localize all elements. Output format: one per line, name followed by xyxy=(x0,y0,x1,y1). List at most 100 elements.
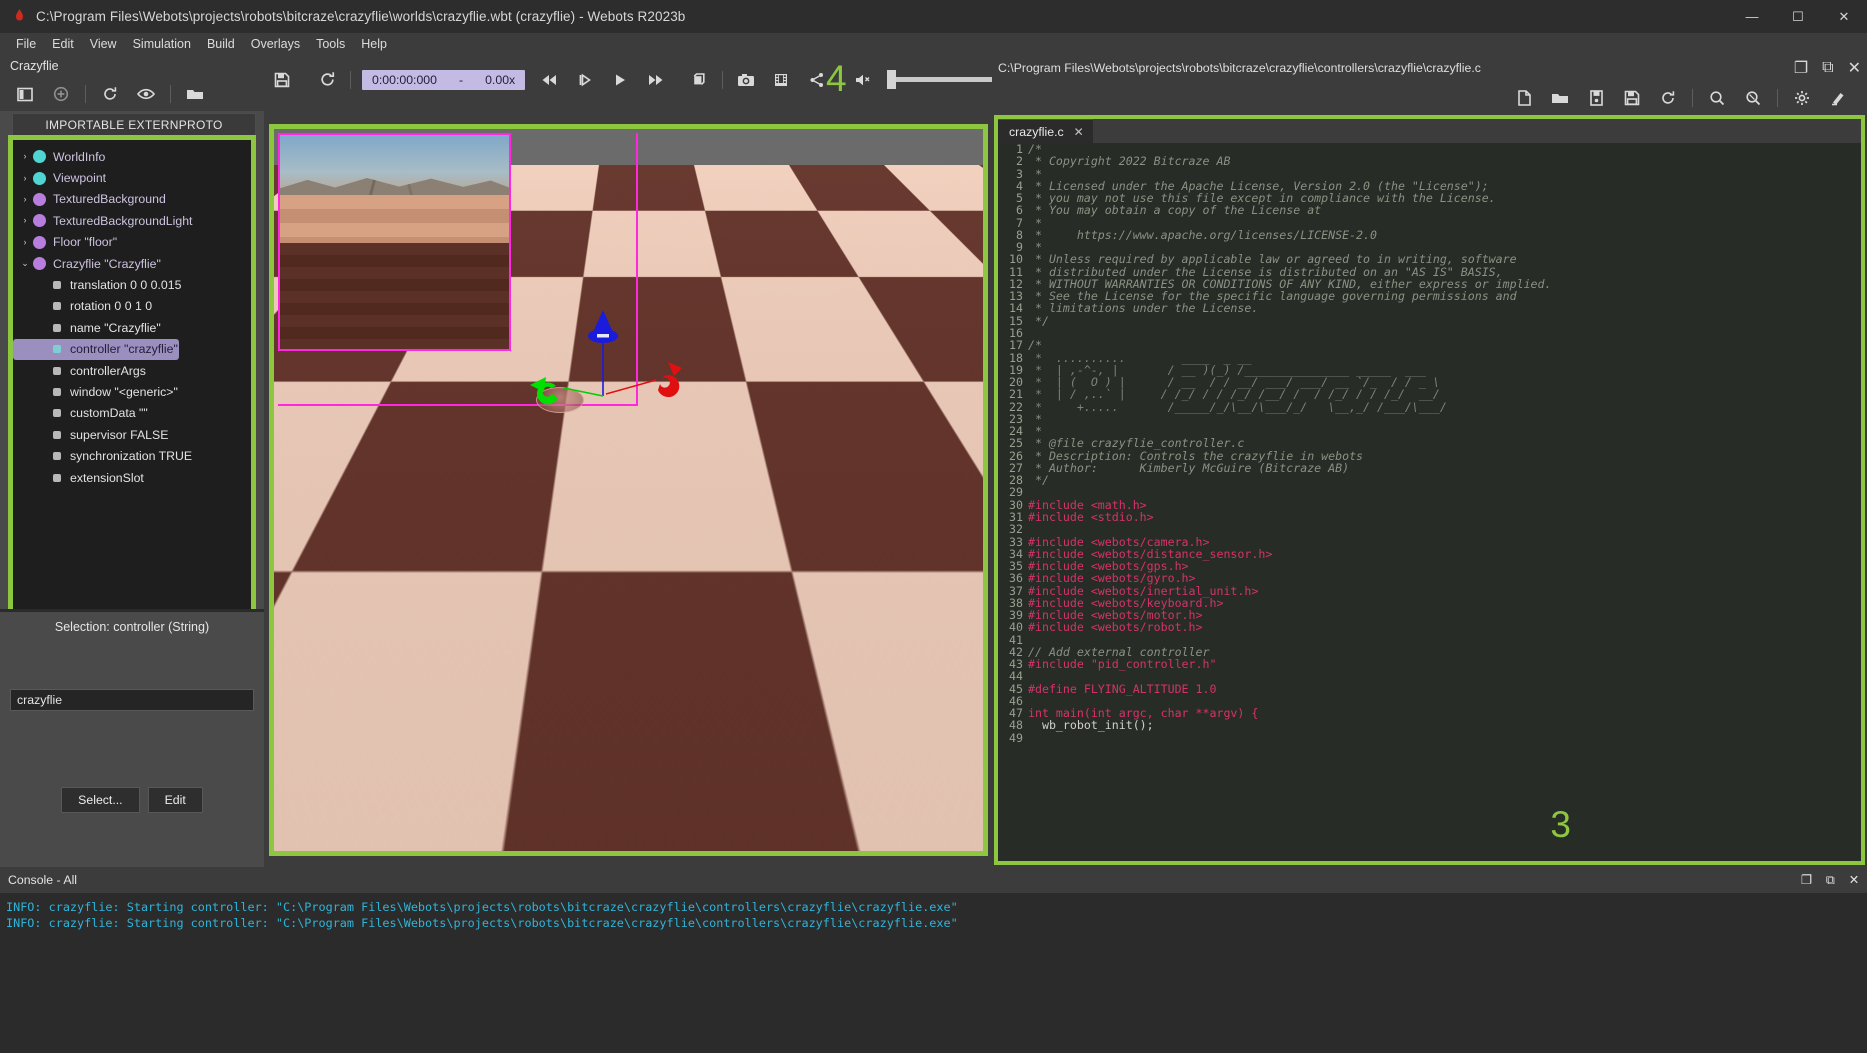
tree-item[interactable]: ›Floor "floor" xyxy=(13,232,251,253)
close-button[interactable]: ✕ xyxy=(1821,0,1867,33)
tree-node-icon xyxy=(53,324,61,332)
simulation-time-display[interactable]: 0:00:00:000 - 0.00x xyxy=(362,70,525,90)
menu-edit[interactable]: Edit xyxy=(44,34,82,54)
menu-view[interactable]: View xyxy=(82,34,125,54)
eraser-icon[interactable] xyxy=(1821,83,1855,113)
maximize-button[interactable]: ☐ xyxy=(1775,0,1821,33)
tree-expand-arrow[interactable]: › xyxy=(17,195,33,204)
code-editor-area[interactable]: 1/*2 * Copyright 2022 Bitcraze AB3 *4 * … xyxy=(998,143,1861,861)
tree-expand-arrow[interactable]: › xyxy=(17,152,33,161)
tree-item[interactable]: translation 0 0 0.015 xyxy=(13,274,251,295)
code-line: 48 wb_robot_init(); xyxy=(998,719,1861,731)
menu-tools[interactable]: Tools xyxy=(308,34,353,54)
fast-forward-button[interactable] xyxy=(638,62,674,98)
importable-externproto-button[interactable]: IMPORTABLE EXTERNPROTO xyxy=(12,113,256,137)
line-number: 44 xyxy=(998,670,1028,682)
rewind-button[interactable] xyxy=(531,62,567,98)
console-float-button[interactable]: ⧉ xyxy=(1826,873,1835,888)
movie-record-button[interactable] xyxy=(763,62,799,98)
code-line-text: #include <webots/inertial_unit.h> xyxy=(1028,585,1258,597)
render-toggle-button[interactable] xyxy=(681,62,717,98)
editor-float-button[interactable]: ⧉ xyxy=(1822,59,1833,77)
tree-item[interactable]: ›TexturedBackground xyxy=(13,189,251,210)
tree-item[interactable]: ›Viewpoint xyxy=(13,167,251,188)
edit-button[interactable]: Edit xyxy=(148,787,203,813)
menu-file[interactable]: File xyxy=(8,34,44,54)
code-line: 25 * @file crazyflie_controller.c xyxy=(998,437,1861,449)
close-icon[interactable]: ✕ xyxy=(1074,125,1084,139)
find-icon[interactable] xyxy=(1700,83,1734,113)
tree-item[interactable]: controller "crazyflie" xyxy=(13,339,179,360)
settings-gear-icon[interactable] xyxy=(1785,83,1819,113)
tree-item[interactable]: synchronization TRUE xyxy=(13,445,251,466)
code-line-text: /* xyxy=(1028,339,1042,351)
tree-item[interactable]: ⌄Crazyflie "Crazyflie" xyxy=(13,253,251,274)
scene-tree[interactable]: ›WorldInfo›Viewpoint›TexturedBackground›… xyxy=(13,140,251,647)
code-line: 45#define FLYING_ALTITUDE 1.0 xyxy=(998,683,1861,695)
controller-value-input[interactable] xyxy=(10,689,254,711)
translation-gizmo[interactable] xyxy=(512,292,692,432)
tree-item[interactable]: window "<generic>" xyxy=(13,381,251,402)
tree-item[interactable]: rotation 0 0 1 0 xyxy=(13,296,251,317)
camera-overlay-image[interactable] xyxy=(278,133,511,351)
line-number: 14 xyxy=(998,302,1028,314)
open-file-icon[interactable] xyxy=(1543,83,1577,113)
tree-expand-arrow[interactable]: › xyxy=(17,216,33,225)
menu-build[interactable]: Build xyxy=(199,34,243,54)
speed-slider-track[interactable] xyxy=(887,77,992,82)
tree-item[interactable]: ›WorldInfo xyxy=(13,146,251,167)
code-line: 37#include <webots/inertial_unit.h> xyxy=(998,585,1861,597)
code-line-text: */ xyxy=(1028,474,1049,486)
menu-help[interactable]: Help xyxy=(353,34,395,54)
save-icon[interactable] xyxy=(264,62,300,98)
save-all-icon[interactable] xyxy=(1615,83,1649,113)
console-close-button[interactable]: ✕ xyxy=(1849,873,1859,887)
save-file-icon[interactable] xyxy=(1579,83,1613,113)
tree-item[interactable]: customData "" xyxy=(13,403,251,424)
mute-button[interactable] xyxy=(845,62,881,98)
select-button[interactable]: Select... xyxy=(61,787,139,813)
code-line-text: * | / ,..` | / /_/ / / /_/ /__/ / / /_/ … xyxy=(1028,388,1440,400)
tree-item-label: synchronization TRUE xyxy=(70,449,192,463)
new-file-icon[interactable] xyxy=(1507,83,1541,113)
line-number: 4 xyxy=(998,180,1028,192)
simulation-viewport-3d[interactable]: 2 xyxy=(274,129,983,851)
play-button[interactable] xyxy=(602,62,638,98)
menu-overlays[interactable]: Overlays xyxy=(243,34,308,54)
menu-simulation[interactable]: Simulation xyxy=(125,34,199,54)
tree-node-icon xyxy=(53,367,61,375)
editor-toolbar-separator xyxy=(1692,89,1693,107)
tree-item[interactable]: name "Crazyflie" xyxy=(13,317,251,338)
tree-expand-arrow[interactable]: ⌄ xyxy=(17,259,33,268)
tree-expand-arrow[interactable]: › xyxy=(17,238,33,247)
console-output[interactable]: INFO: crazyflie: Starting controller: "C… xyxy=(0,893,1867,931)
tree-item[interactable]: supervisor FALSE xyxy=(13,424,251,445)
line-number: 22 xyxy=(998,401,1028,413)
tree-item[interactable]: ›TexturedBackgroundLight xyxy=(13,210,251,231)
open-folder-icon[interactable] xyxy=(178,79,212,109)
reload-file-icon[interactable] xyxy=(1651,83,1685,113)
code-line-text: */ xyxy=(1028,315,1049,327)
speed-slider[interactable] xyxy=(887,62,992,98)
tree-expand-arrow[interactable]: › xyxy=(17,174,33,183)
replace-icon[interactable] xyxy=(1736,83,1770,113)
eye-icon[interactable] xyxy=(129,79,163,109)
tree-item[interactable]: extensionSlot xyxy=(13,467,251,488)
step-button[interactable] xyxy=(567,62,603,98)
tree-item[interactable]: controllerArgs xyxy=(13,360,251,381)
title-bar: C:\Program Files\Webots\projects\robots\… xyxy=(0,0,1867,33)
editor-close-button[interactable]: ✕ xyxy=(1848,58,1861,78)
reload-icon[interactable] xyxy=(93,79,127,109)
add-node-icon[interactable] xyxy=(44,79,78,109)
code-line: 15 */ xyxy=(998,315,1861,327)
minimize-button[interactable]: — xyxy=(1729,0,1775,33)
editor-restore-button[interactable]: ❐ xyxy=(1794,58,1808,78)
viewport-highlight: 2 xyxy=(269,124,988,856)
speed-slider-knob[interactable] xyxy=(887,70,896,89)
tree-node-icon xyxy=(33,214,46,227)
console-restore-button[interactable]: ❐ xyxy=(1801,873,1812,887)
screenshot-button[interactable] xyxy=(728,62,764,98)
toggle-panel-icon[interactable] xyxy=(8,79,42,109)
tab-crazyflie-c[interactable]: crazyflie.c ✕ xyxy=(998,119,1093,143)
reload-world-button[interactable] xyxy=(310,62,346,98)
